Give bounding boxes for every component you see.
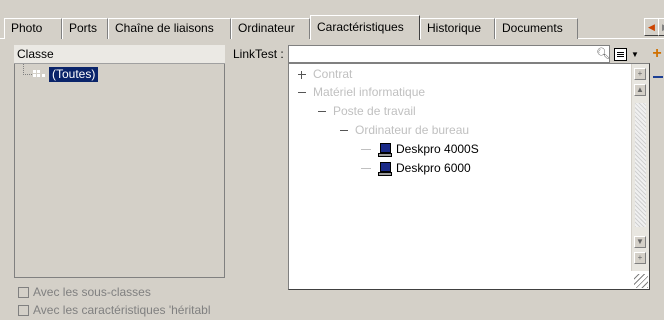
scroll-up-button[interactable]: ▲ xyxy=(634,84,646,96)
characteristics-tree: Contrat Matériel informatique Poste de t… xyxy=(288,63,650,290)
tab-ordinateur[interactable]: Ordinateur xyxy=(231,18,310,39)
collapse-icon[interactable] xyxy=(317,107,327,117)
vertical-scrollbar[interactable]: + ▲ ▼ + xyxy=(631,64,649,271)
search-icon[interactable]: 🔍︎ xyxy=(596,46,610,63)
collapse-icon[interactable] xyxy=(297,88,307,98)
computer-icon xyxy=(377,161,393,177)
tree-item-deskpro-4000s[interactable]: Deskpro 4000S xyxy=(361,141,479,158)
checkbox-sous-classes[interactable]: Avec les sous-classes xyxy=(18,284,151,300)
tree-connector xyxy=(361,168,371,169)
tree-item-poste-de-travail[interactable]: Poste de travail xyxy=(317,103,416,120)
tab-caracteristiques[interactable]: Caractéristiques xyxy=(310,15,420,40)
tab-photo[interactable]: Photo xyxy=(4,18,62,39)
expand-all-icon[interactable]: + xyxy=(634,68,646,80)
tree-item-deskpro-6000[interactable]: Deskpro 6000 xyxy=(361,160,471,177)
collapse-all-icon[interactable]: + xyxy=(634,252,646,264)
tree-item-label: Deskpro 6000 xyxy=(396,161,471,175)
tree-item-label: Deskpro 4000S xyxy=(396,142,479,156)
tree-item-label: Contrat xyxy=(313,67,353,81)
resize-grip[interactable] xyxy=(634,274,648,288)
classe-tree: (Toutes) xyxy=(14,64,225,278)
linktest-label: LinkTest : xyxy=(233,47,284,61)
scroll-down-button[interactable]: ▼ xyxy=(634,236,646,248)
tab-scroll-left-button[interactable]: ◀ xyxy=(644,18,659,36)
tab-historique[interactable]: Historique xyxy=(420,18,495,39)
tab-ports[interactable]: Ports xyxy=(62,18,108,39)
scroll-track[interactable] xyxy=(635,103,646,227)
tree-item-contrat[interactable]: Contrat xyxy=(297,66,352,83)
expand-icon[interactable] xyxy=(297,70,307,80)
chevron-down-icon[interactable]: ▼ xyxy=(629,46,641,63)
remove-icon[interactable] xyxy=(650,70,664,84)
checkbox-caracteristiques-heritables[interactable]: Avec les caractéristiques 'héritabl xyxy=(18,302,211,318)
checkbox-box[interactable] xyxy=(18,304,29,316)
linktest-input[interactable] xyxy=(288,45,610,63)
tree-item-materiel-informatique[interactable]: Matériel informatique xyxy=(297,84,425,101)
class-node-icon xyxy=(33,69,47,81)
tab-strip: Photo Ports Chaîne de liaisons Ordinateu… xyxy=(0,0,664,40)
tab-chaine-de-liaisons[interactable]: Chaîne de liaisons xyxy=(108,18,231,39)
tab-scroll-right-button[interactable]: ▶ xyxy=(658,18,664,36)
checkbox-label: Avec les caractéristiques 'héritabl xyxy=(33,303,211,317)
tree-item-label: Poste de travail xyxy=(333,104,416,118)
tree-item-label: Ordinateur de bureau xyxy=(355,123,470,137)
classe-header: Classe xyxy=(14,45,225,64)
collapse-icon[interactable] xyxy=(339,126,349,136)
tree-item-label: Matériel informatique xyxy=(313,85,426,99)
tree-item-ordinateur-de-bureau[interactable]: Ordinateur de bureau xyxy=(339,122,469,139)
checkbox-box[interactable] xyxy=(18,286,29,298)
add-icon[interactable]: + xyxy=(650,46,664,63)
classe-item-label: (Toutes) xyxy=(49,67,99,82)
checkbox-label: Avec les sous-classes xyxy=(33,285,151,299)
computer-icon xyxy=(377,142,393,158)
tree-connector xyxy=(361,149,371,150)
classe-item-toutes[interactable]: (Toutes) xyxy=(33,67,99,82)
list-view-icon[interactable] xyxy=(614,48,627,61)
tab-documents[interactable]: Documents xyxy=(495,18,578,39)
